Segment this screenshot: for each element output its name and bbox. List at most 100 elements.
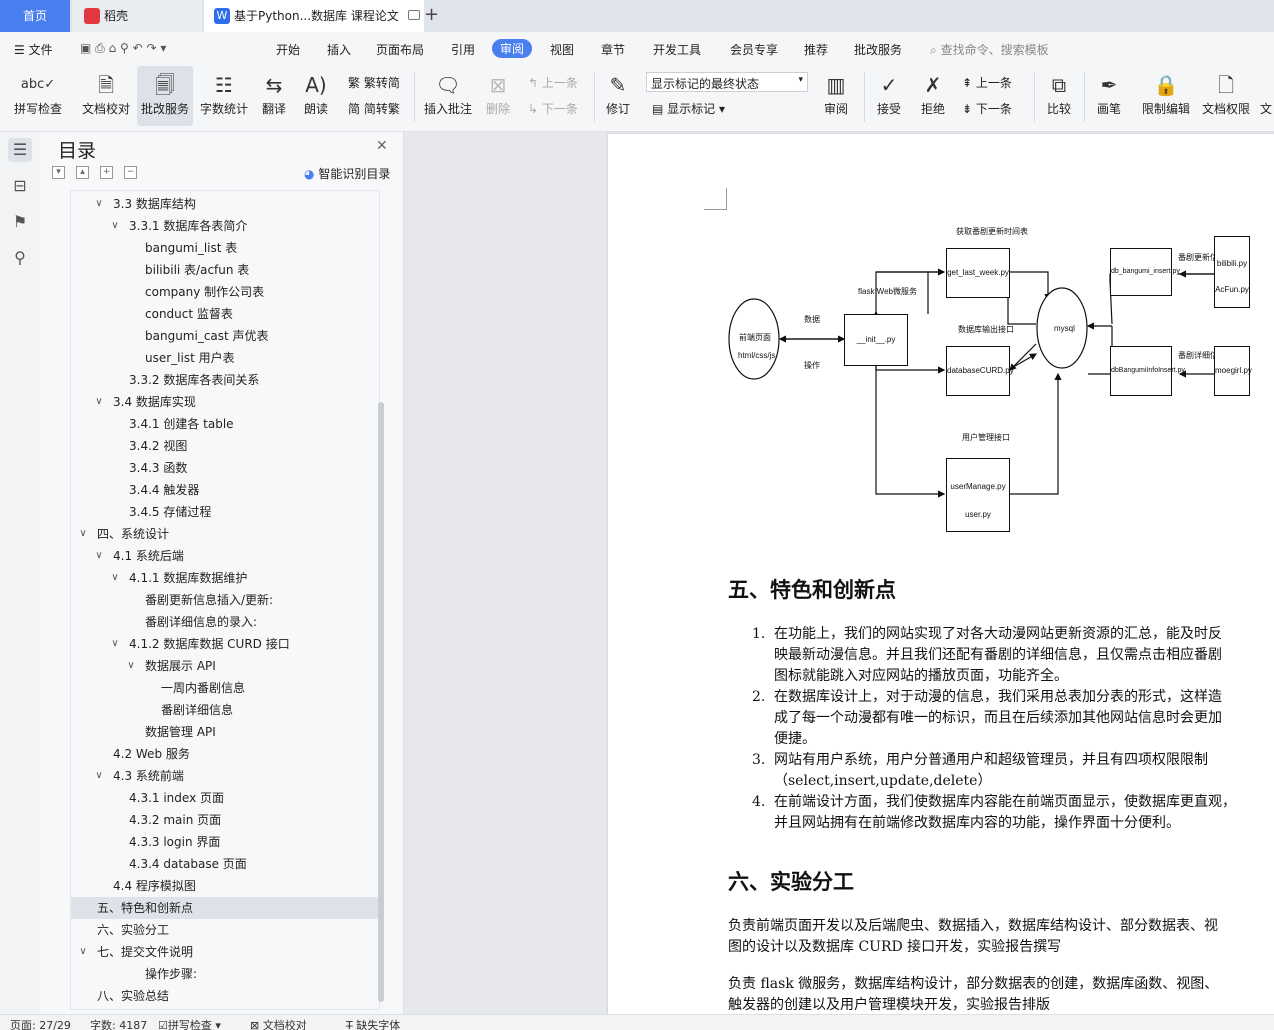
toc-item[interactable]: 3.4.4 触发器	[71, 479, 379, 501]
remove-heading-icon[interactable]: −	[124, 166, 137, 179]
page-counter[interactable]: 页面: 27/29	[10, 1017, 71, 1030]
toc-item[interactable]: 操作步骤:	[71, 963, 379, 985]
toc-item[interactable]: 3.4.5 存储过程	[71, 501, 379, 523]
toc-item[interactable]: ∨ 3.3.1 数据库各表简介	[71, 215, 379, 237]
expand-all-icon[interactable]: ▾	[52, 166, 65, 179]
toc-item[interactable]: 4.3.3 login 界面	[71, 831, 379, 853]
chevron-down-icon[interactable]: ∨	[93, 765, 105, 787]
simp-to-trad-button[interactable]: 简 简转繁	[348, 100, 400, 117]
menu-reference[interactable]: 引用	[451, 41, 475, 58]
toc-item[interactable]: ∨ 4.1 系统后端	[71, 545, 379, 567]
doccheck-button[interactable]: 🗎 文档校对	[78, 66, 134, 126]
tab-daoke[interactable]: 稻壳	[72, 0, 202, 32]
trad-to-simp-button[interactable]: 繁 繁转简	[348, 74, 400, 91]
word-count[interactable]: 字数: 4187	[90, 1017, 147, 1030]
menu-devtools[interactable]: 开发工具	[653, 41, 701, 58]
smart-toc-button[interactable]: ◕ 智能识别目录	[304, 165, 390, 182]
wordcount-button[interactable]: ☷ 字数统计	[198, 66, 250, 126]
toc-item[interactable]: ∨ 四、系统设计	[71, 523, 379, 545]
tab-home[interactable]: 首页	[0, 0, 70, 32]
next-change-button[interactable]: ⇟ 下一条	[962, 100, 1012, 117]
toc-item[interactable]: 六、实验分工	[71, 919, 379, 941]
toc-item[interactable]: ∨ 3.3 数据库结构	[71, 193, 379, 215]
toc-item[interactable]: ∨ 七、提交文件说明	[71, 941, 379, 963]
grading-button[interactable]: 🗐 批改服务	[137, 66, 193, 126]
toc-item[interactable]: user_list 用户表	[71, 347, 379, 369]
toc-item[interactable]: 4.4 程序模拟图	[71, 875, 379, 897]
toc-item[interactable]: ∨ 数据展示 API	[71, 655, 379, 677]
toc-item[interactable]: bangumi_list 表	[71, 237, 379, 259]
toc-item[interactable]: 4.3.4 database 页面	[71, 853, 379, 875]
toc-item[interactable]: 番剧详细信息	[71, 699, 379, 721]
bookmark-icon[interactable]: ⚑	[8, 210, 32, 234]
menu-layout[interactable]: 页面布局	[376, 41, 424, 58]
new-tab-icon[interactable]: +	[424, 4, 439, 25]
toc-item[interactable]: 五、特色和创新点	[71, 897, 379, 919]
chevron-down-icon[interactable]: ∨	[77, 941, 89, 963]
tab-monitor-icon[interactable]	[408, 10, 420, 20]
revise-button[interactable]: ✎ 修订	[600, 66, 636, 126]
collapse-all-icon[interactable]: ▴	[76, 166, 89, 179]
menu-start[interactable]: 开始	[276, 41, 300, 58]
toc-item[interactable]: ∨ 4.1.2 数据库数据 CURD 接口	[71, 633, 379, 655]
chevron-down-icon[interactable]: ∨	[109, 567, 121, 589]
menu-grading[interactable]: 批改服务	[854, 41, 902, 58]
toc-item[interactable]: 数据管理 API	[71, 721, 379, 743]
more-button[interactable]: 文	[1258, 66, 1274, 126]
toc-panel-icon[interactable]: ☰	[8, 138, 32, 162]
translate-button[interactable]: ⇆ 翻译	[256, 66, 292, 126]
toc-item[interactable]: 一周内番剧信息	[71, 677, 379, 699]
menu-review[interactable]: 审阅	[492, 39, 533, 58]
accept-button[interactable]: ✓ 接受	[870, 66, 908, 126]
compare-button[interactable]: ⧉ 比较	[1040, 66, 1078, 126]
command-search[interactable]: ⌕ 查找命令、搜索模板	[930, 41, 1049, 58]
search-icon[interactable]: ⚲	[8, 246, 32, 270]
menu-recommend[interactable]: 推荐	[804, 41, 828, 58]
chevron-down-icon[interactable]: ∨	[93, 545, 105, 567]
delete-comment-button[interactable]: ⊠ 删除	[480, 66, 516, 126]
chevron-down-icon[interactable]: ∨	[109, 633, 121, 655]
prev-change-button[interactable]: ⇞ 上一条	[962, 74, 1012, 91]
insert-comment-button[interactable]: 🗨 插入批注	[422, 66, 474, 126]
next-comment-button[interactable]: ↳ 下一条	[528, 100, 578, 117]
chevron-down-icon[interactable]: ∨	[93, 391, 105, 413]
toc-item[interactable]: 3.3.2 数据库各表间关系	[71, 369, 379, 391]
spellcheck-button[interactable]: abc✓ 拼写检查	[6, 66, 70, 126]
prev-comment-button[interactable]: ↰ 上一条	[528, 74, 578, 91]
chevron-down-icon[interactable]: ∨	[109, 215, 121, 237]
menu-insert[interactable]: 插入	[327, 41, 351, 58]
quick-access-icons[interactable]: ▣ ⎙ ⌂ ⚲ ↶ ↷ ▾	[80, 41, 166, 56]
toc-item[interactable]: 番剧详细信息的录入:	[71, 611, 379, 633]
chevron-down-icon[interactable]: ∨	[125, 655, 137, 677]
toc-item[interactable]: bilibili 表/acfun 表	[71, 259, 379, 281]
close-icon[interactable]: ✕	[376, 138, 388, 154]
chevron-down-icon[interactable]: ∨	[77, 523, 89, 545]
show-markup-button[interactable]: ▤ 显示标记 ▾	[652, 100, 725, 117]
toc-item[interactable]: 4.2 Web 服务	[71, 743, 379, 765]
toc-item[interactable]: bangumi_cast 声优表	[71, 325, 379, 347]
navigation-icon[interactable]: ⊟	[8, 174, 32, 198]
read-aloud-button[interactable]: A) 朗读	[298, 66, 334, 126]
add-heading-icon[interactable]: +	[100, 166, 113, 179]
toc-item[interactable]: conduct 监督表	[71, 303, 379, 325]
toc-item[interactable]: 3.4.3 函数	[71, 457, 379, 479]
menu-chapter[interactable]: 章节	[601, 41, 625, 58]
toc-item[interactable]: ∨ 4.1.1 数据库数据维护	[71, 567, 379, 589]
review-pane-button[interactable]: ▥ 审阅	[816, 66, 856, 126]
toc-scrollbar[interactable]	[378, 402, 384, 1002]
status-spellcheck[interactable]: ☑拼写检查 ▾	[158, 1017, 221, 1030]
markup-state-select[interactable]: 显示标记的最终状态 ▾	[646, 72, 808, 92]
chevron-down-icon[interactable]: ∨	[93, 193, 105, 215]
toc-item[interactable]: 4.3.2 main 页面	[71, 809, 379, 831]
toc-item[interactable]: 3.4.2 视图	[71, 435, 379, 457]
status-doccheck[interactable]: ⊠ 文档校对	[250, 1017, 307, 1030]
toc-item[interactable]: company 制作公司表	[71, 281, 379, 303]
reject-button[interactable]: ✗ 拒绝	[914, 66, 952, 126]
missing-font-indicator[interactable]: T̶ 缺失字体	[346, 1017, 400, 1030]
restrict-edit-button[interactable]: 🔒 限制编辑	[1138, 66, 1194, 126]
toc-item[interactable]: ∨ 3.4 数据库实现	[71, 391, 379, 413]
file-menu[interactable]: ☰ 文件	[14, 41, 53, 58]
pen-button[interactable]: ✒ 画笔	[1090, 66, 1128, 126]
menu-member[interactable]: 会员专享	[730, 41, 778, 58]
menu-view[interactable]: 视图	[550, 41, 574, 58]
